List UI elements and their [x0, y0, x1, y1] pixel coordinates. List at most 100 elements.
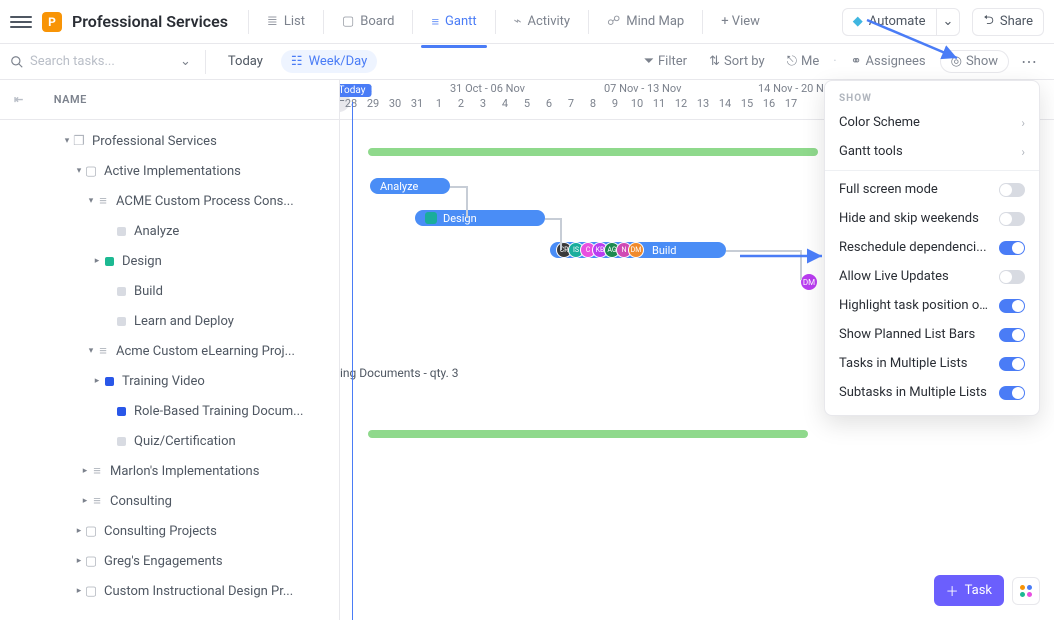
tree-row[interactable]: ▾≡Acme Custom eLearning Proj... [0, 336, 339, 366]
search-chevron-button[interactable]: ⌄ [176, 52, 195, 71]
toggle-switch[interactable] [999, 299, 1025, 313]
tree-row[interactable]: ▸≡Marlon's Implementations [0, 456, 339, 486]
toggle-label: Hide and skip weekends [839, 211, 979, 226]
assignees-button[interactable]: ⚭ Assignees [843, 50, 934, 73]
status-icon [114, 227, 128, 236]
tree-row[interactable]: ▸Training Video [0, 366, 339, 396]
tree-row[interactable]: ▸▢Consulting Projects [0, 516, 339, 546]
status-icon [114, 317, 128, 326]
tree-row[interactable]: Quiz/Certification [0, 426, 339, 456]
tree-label: Professional Services [92, 134, 217, 149]
filter-button[interactable]: ⏷ Filter [636, 50, 695, 73]
calendar-icon: ☷ [291, 54, 303, 69]
automate-label: Automate [869, 14, 926, 29]
automate-chevron-button[interactable]: ⌄ [937, 8, 961, 36]
tree-row[interactable]: ▾❐Professional Services [0, 126, 339, 156]
show-menu-toggle-row[interactable]: Tasks in Multiple Lists [825, 349, 1039, 378]
tree-label: Role-Based Training Docum... [134, 404, 303, 419]
avatar[interactable]: DM [800, 273, 818, 291]
new-task-button[interactable]: ＋ Task [934, 575, 1004, 606]
more-menu-button[interactable]: ⋯ [1015, 52, 1044, 71]
sort-icon: ⇅ [709, 54, 720, 69]
toggle-switch[interactable] [999, 270, 1025, 284]
automate-button[interactable]: ◆ Automate [842, 8, 937, 36]
view-tab-list[interactable]: ≣List [257, 6, 315, 37]
view-tab-activity[interactable]: ⌁Activity [504, 6, 580, 37]
search-input[interactable] [30, 54, 170, 69]
space-title: Professional Services [72, 12, 228, 31]
weekday-button[interactable]: ☷ Week/Day [281, 50, 377, 73]
show-menu-item[interactable]: Color Scheme› [825, 108, 1039, 137]
today-line: Today [352, 102, 353, 620]
caret-icon: ▸ [80, 466, 90, 476]
toggle-switch[interactable] [999, 183, 1025, 197]
gantt-bar[interactable]: Analyze [370, 178, 450, 194]
tree-row[interactable]: ▸Design [0, 246, 339, 276]
automate-icon: ◆ [853, 14, 863, 29]
sortby-button[interactable]: ⇅ Sort by [701, 50, 773, 73]
tree-row[interactable]: ▾▢Active Implementations [0, 156, 339, 186]
tree-row[interactable]: Build [0, 276, 339, 306]
task-label: Task [965, 583, 992, 598]
tree-label: Greg's Engagements [104, 554, 223, 569]
divider [248, 10, 249, 34]
tree-row[interactable]: ▸▢Greg's Engagements [0, 546, 339, 576]
week-label: 31 Oct - 06 Nov [450, 82, 525, 95]
tree-row[interactable]: Learn and Deploy [0, 306, 339, 336]
show-menu-toggle-row[interactable]: Full screen mode [825, 175, 1039, 204]
eye-icon: ◎ [951, 54, 962, 69]
list-icon: ≡ [96, 193, 110, 209]
view-tab-gantt[interactable]: ≡Gantt [421, 6, 486, 38]
view-icon: ≣ [267, 14, 278, 29]
caret-icon: ▸ [92, 376, 102, 386]
day-label: 16 [758, 97, 780, 119]
filter-label: Filter [658, 54, 687, 69]
toggle-switch[interactable] [999, 212, 1025, 226]
divider [205, 50, 206, 74]
show-button[interactable]: ◎ Show [940, 50, 1009, 73]
today-button[interactable]: Today [216, 50, 275, 73]
show-menu-title: SHOW [825, 89, 1039, 108]
tree-row[interactable]: ▾≡ACME Custom Process Cons... [0, 186, 339, 216]
tree-label: Build [134, 284, 163, 299]
show-menu-toggle-row[interactable]: Allow Live Updates [825, 262, 1039, 291]
toggle-switch[interactable] [999, 357, 1025, 371]
chevron-right-icon: › [1021, 145, 1025, 159]
tree-row[interactable]: ▸▢Custom Instructional Design Pr... [0, 576, 339, 606]
divider [702, 10, 703, 34]
toggle-label: Tasks in Multiple Lists [839, 356, 967, 371]
show-menu-toggle-row[interactable]: Subtasks in Multiple Lists [825, 378, 1039, 407]
person-icon: ⎋ [787, 54, 797, 69]
gantt-bar[interactable]: CRISCKBAGNDMBuild [550, 242, 726, 258]
me-button[interactable]: ⎋ Me [779, 50, 828, 73]
tree-row[interactable]: ▸≡Consulting [0, 486, 339, 516]
collapse-sidebar-button[interactable]: ⇤ [14, 93, 24, 106]
tree-label: ACME Custom Process Cons... [116, 194, 294, 209]
gantt-bar[interactable] [368, 148, 818, 156]
share-button[interactable]: ⮌ Share [972, 8, 1044, 36]
view-tab-board[interactable]: ▢Board [332, 6, 405, 37]
gantt-bar[interactable]: Design [415, 210, 545, 226]
task-text[interactable]: ing Documents - qty. 3 [340, 366, 458, 380]
toggle-switch[interactable] [999, 386, 1025, 400]
view-tab-view[interactable]: + View [711, 6, 770, 37]
day-label: 3 [472, 97, 494, 119]
show-menu-item[interactable]: Gantt tools› [825, 137, 1039, 166]
tree-row[interactable]: Role-Based Training Docum... [0, 396, 339, 426]
toggle-label: Reschedule dependenci... [839, 240, 987, 255]
day-label: 5 [516, 97, 538, 119]
gantt-bar[interactable] [368, 430, 808, 438]
day-label: 30 [384, 97, 406, 119]
app-grid-button[interactable] [1012, 577, 1040, 605]
show-menu-toggle-row[interactable]: Show Planned List Bars [825, 320, 1039, 349]
show-menu-toggle-row[interactable]: Hide and skip weekends [825, 204, 1039, 233]
day-label: 4 [494, 97, 516, 119]
show-menu-toggle-row[interactable]: Highlight task position o... [825, 291, 1039, 320]
main-menu-button[interactable] [10, 11, 32, 33]
separator-dot: · [833, 54, 836, 69]
show-menu-toggle-row[interactable]: Reschedule dependenci... [825, 233, 1039, 262]
toggle-switch[interactable] [999, 241, 1025, 255]
view-tab-mindmap[interactable]: ☍Mind Map [597, 6, 694, 37]
toggle-switch[interactable] [999, 328, 1025, 342]
tree-row[interactable]: Analyze [0, 216, 339, 246]
